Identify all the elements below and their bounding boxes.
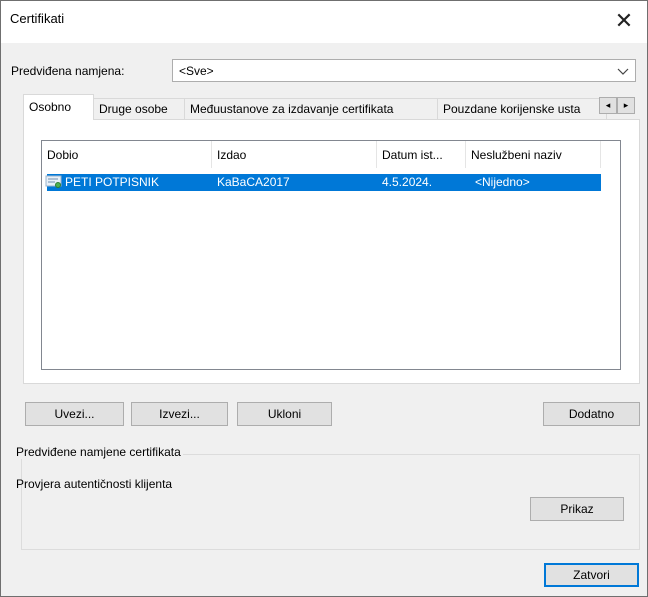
intended-purposes-text: Provjera autentičnosti klijenta: [16, 477, 173, 491]
cell-issued-to: PETI POTPISNIK: [65, 175, 160, 189]
cell-expiry: 4.5.2024.: [382, 175, 433, 189]
intended-purposes-group-title: Predviđene namjene certifikata: [14, 445, 183, 459]
tab-trusted-root-cas[interactable]: Pouzdane korijenske usta: [437, 98, 607, 119]
tab-intermediate-cas[interactable]: Međuustanove za izdavanje certifikata: [184, 98, 438, 119]
cell-friendly-name: <Nijedno>: [475, 175, 530, 189]
table-row[interactable]: PETI POTPISNIK KaBaCA2017 4.5.2024. <Nij…: [45, 174, 601, 191]
remove-button[interactable]: Ukloni: [237, 402, 332, 426]
tab-scroll-right-icon[interactable]: ▸: [617, 97, 635, 114]
import-button[interactable]: Uvezi...: [25, 402, 124, 426]
view-button[interactable]: Prikaz: [530, 497, 624, 521]
tab-other-people[interactable]: Druge osobe: [93, 98, 185, 119]
column-header-issued-to[interactable]: Dobio: [42, 141, 212, 168]
tab-scroll-left-icon[interactable]: ◂: [599, 97, 617, 114]
column-header-friendly-name[interactable]: Neslužbeni naziv: [466, 141, 601, 168]
certificates-dialog: Certifikati ✕ Predviđena namjena: <Sve> …: [0, 0, 648, 597]
title-bar: Certifikati ✕: [1, 1, 647, 43]
close-button[interactable]: Zatvori: [544, 563, 639, 587]
tab-panel: Dobio Izdao Datum ist... Neslužbeni nazi…: [23, 119, 640, 384]
list-header: Dobio Izdao Datum ist... Neslužbeni nazi…: [42, 141, 620, 168]
window-title: Certifikati: [10, 11, 65, 26]
tab-personal[interactable]: Osobno: [23, 94, 94, 120]
column-header-expiry[interactable]: Datum ist...: [377, 141, 466, 168]
close-icon[interactable]: ✕: [601, 1, 647, 43]
tab-scroll-buttons: ◂ ▸: [599, 97, 635, 114]
chevron-down-icon: [617, 62, 629, 83]
tab-strip: Osobno Druge osobe Međuustanove za izdav…: [23, 94, 643, 120]
intended-purpose-value: <Sve>: [179, 64, 214, 78]
cell-issued-by: KaBaCA2017: [217, 175, 290, 189]
advanced-button[interactable]: Dodatno: [543, 402, 640, 426]
intended-purpose-dropdown[interactable]: <Sve>: [172, 59, 636, 82]
certificate-icon: [45, 175, 63, 189]
intended-purpose-label: Predviđena namjena:: [11, 64, 125, 78]
certificate-list[interactable]: Dobio Izdao Datum ist... Neslužbeni nazi…: [41, 140, 621, 370]
export-button[interactable]: Izvezi...: [131, 402, 228, 426]
column-header-issued-by[interactable]: Izdao: [212, 141, 377, 168]
